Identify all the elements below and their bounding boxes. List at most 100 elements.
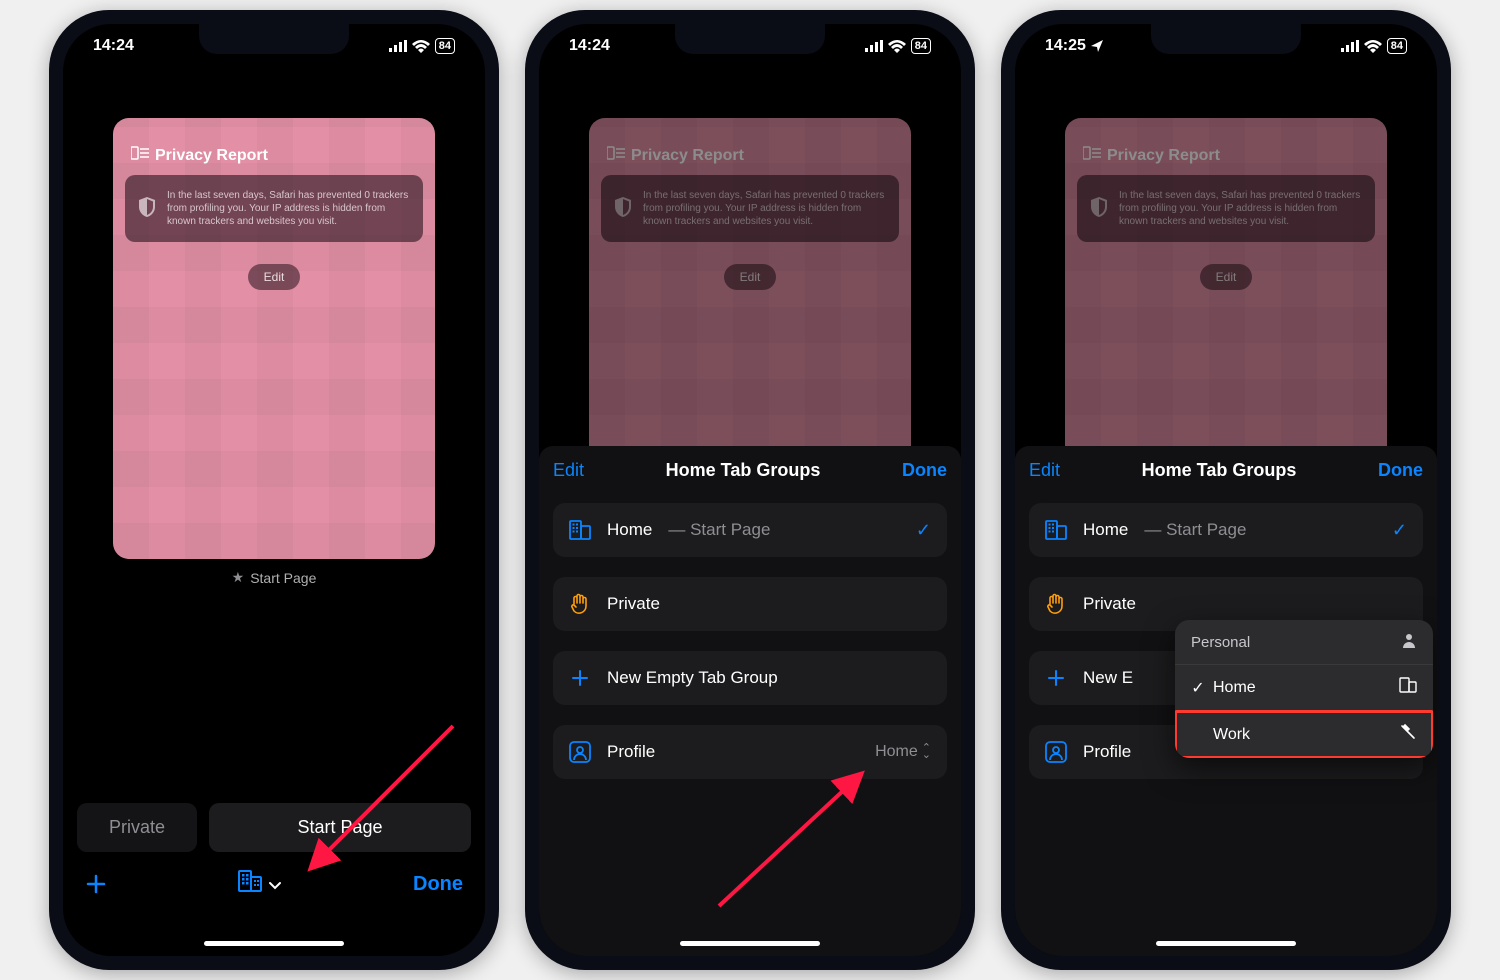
sheet-header: Edit Home Tab Groups Done [553, 460, 947, 481]
profile-icon [1045, 741, 1067, 763]
wifi-icon [1364, 40, 1382, 53]
tab-groups-sheet: Edit Home Tab Groups Done Home — Start P… [539, 446, 961, 956]
home-indicator[interactable] [680, 941, 820, 946]
star-icon: ★ [232, 569, 245, 586]
notch [1151, 24, 1301, 54]
checkmark-icon: ✓ [1392, 520, 1407, 541]
profile-row[interactable]: Profile Home ⌃⌄ [553, 725, 947, 779]
status-time: 14:24 [569, 37, 610, 55]
new-tab-group-row[interactable]: New Empty Tab Group [553, 651, 947, 705]
safari-tab-thumbnail[interactable]: Privacy Report In the last seven days, S… [113, 118, 435, 559]
iphone-device-1: 14:24 84 Privacy Repo [49, 10, 499, 970]
tab-group-row-home[interactable]: Home — Start Page ✓ [1029, 503, 1423, 557]
private-tab-button[interactable]: Private [77, 803, 197, 852]
tab-group-label: Private [1083, 594, 1136, 614]
tab-group-label: Home [607, 520, 652, 540]
plus-icon [1045, 667, 1067, 689]
chevron-down-icon [268, 871, 282, 897]
notch [675, 24, 825, 54]
context-menu-item-work[interactable]: Work [1175, 711, 1433, 758]
privacy-report-title: Privacy Report [131, 146, 417, 165]
start-page-tab-button[interactable]: Start Page [209, 803, 471, 852]
battery-icon: 84 [911, 38, 931, 54]
screen-2: 14:24 84 Privacy Report In the last seve… [539, 24, 961, 956]
tab-group-row-private[interactable]: Private [553, 577, 947, 631]
toolbar: Done [77, 870, 471, 898]
battery-icon: 84 [435, 38, 455, 54]
tab-overview-area: Privacy Report In the last seven days, S… [1015, 68, 1437, 468]
privacy-report-box: In the last seven days, Safari has preve… [601, 175, 899, 242]
privacy-report-title: Privacy Report [607, 146, 893, 165]
cellular-signal-icon [389, 40, 407, 52]
bottom-bar: Private Start Page Done [63, 803, 485, 898]
new-tab-group-label: New Empty Tab Group [607, 668, 778, 688]
wifi-icon [888, 40, 906, 53]
done-button[interactable]: Done [1378, 460, 1423, 481]
privacy-report-text: In the last seven days, Safari has preve… [167, 189, 409, 228]
shield-list-icon [607, 146, 625, 165]
building-icon [1045, 519, 1067, 541]
profile-icon [569, 741, 591, 763]
shield-icon [139, 197, 155, 221]
hand-icon [1045, 593, 1067, 615]
privacy-report-box: In the last seven days, Safari has preve… [1077, 175, 1375, 242]
home-indicator[interactable] [1156, 941, 1296, 946]
edit-button: Edit [1200, 264, 1253, 290]
person-icon [1401, 632, 1417, 652]
profile-context-menu: Personal ✓ Home [1175, 620, 1433, 758]
tab-group-sublabel: — Start Page [1144, 520, 1246, 540]
new-tab-button[interactable] [85, 873, 107, 895]
tab-overview-area: Privacy Report In the last seven days, S… [539, 68, 961, 468]
sheet-title: Home Tab Groups [666, 460, 821, 481]
tab-group-label: Home [1083, 520, 1128, 540]
profile-label: Profile [1083, 742, 1131, 762]
safari-tab-thumbnail: Privacy Report In the last seven days, S… [1065, 118, 1387, 468]
iphone-device-2: 14:24 84 Privacy Report In the last seve… [525, 10, 975, 970]
up-down-chevron-icon: ⌃⌄ [922, 745, 931, 758]
safari-tab-thumbnail: Privacy Report In the last seven days, S… [589, 118, 911, 468]
annotation-arrow [709, 756, 879, 916]
checkmark-icon: ✓ [1191, 678, 1205, 698]
shield-list-icon [131, 146, 149, 165]
tab-group-row-home[interactable]: Home — Start Page ✓ [553, 503, 947, 557]
tab-groups-sheet: Edit Home Tab Groups Done Home — Start P… [1015, 446, 1437, 956]
shield-list-icon [1083, 146, 1101, 165]
profile-value: Home ⌃⌄ [875, 743, 931, 761]
plus-icon [569, 667, 591, 689]
notch [199, 24, 349, 54]
battery-icon: 84 [1387, 38, 1407, 54]
tab-overview-area: Privacy Report In the last seven days, S… [63, 68, 485, 586]
wifi-icon [412, 40, 430, 53]
cellular-signal-icon [1341, 40, 1359, 52]
building-icon [1399, 677, 1417, 698]
sheet-header: Edit Home Tab Groups Done [1029, 460, 1423, 481]
new-tab-group-label: New E [1083, 668, 1133, 688]
done-button[interactable]: Done [413, 873, 463, 896]
privacy-report-text: In the last seven days, Safari has preve… [1119, 189, 1361, 228]
privacy-report-box: In the last seven days, Safari has preve… [125, 175, 423, 242]
screen-1: 14:24 84 Privacy Repo [63, 24, 485, 956]
done-button[interactable]: Done [902, 460, 947, 481]
hand-icon [569, 593, 591, 615]
location-arrow-icon [1090, 39, 1104, 53]
screen-3: 14:25 84 Privacy Report In the last s [1015, 24, 1437, 956]
status-time: 14:25 [1045, 37, 1086, 55]
tab-thumbnail-label: ★ Start Page [113, 569, 435, 586]
edit-button[interactable]: Edit [248, 264, 301, 290]
tab-group-segmented: Private Start Page [77, 803, 471, 852]
privacy-report-title: Privacy Report [1083, 146, 1369, 165]
edit-button[interactable]: Edit [1029, 460, 1060, 481]
building-icon [569, 519, 591, 541]
tab-groups-dropdown[interactable] [238, 870, 282, 898]
context-menu-item-home[interactable]: ✓ Home [1175, 665, 1433, 711]
edit-button[interactable]: Edit [553, 460, 584, 481]
iphone-device-3: 14:25 84 Privacy Report In the last s [1001, 10, 1451, 970]
shield-icon [615, 197, 631, 221]
tab-group-label: Private [607, 594, 660, 614]
context-menu-header: Personal [1175, 620, 1433, 665]
privacy-report-text: In the last seven days, Safari has preve… [643, 189, 885, 228]
edit-button: Edit [724, 264, 777, 290]
profile-label: Profile [607, 742, 655, 762]
checkmark-icon: ✓ [916, 520, 931, 541]
home-indicator[interactable] [204, 941, 344, 946]
